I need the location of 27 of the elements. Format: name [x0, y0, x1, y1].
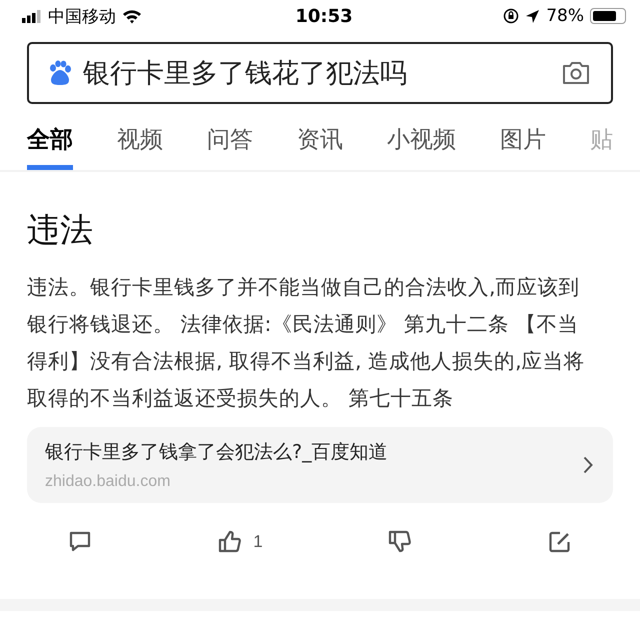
- category-tab[interactable]: 资讯: [297, 118, 343, 170]
- camera-icon[interactable]: [561, 60, 591, 86]
- category-tab[interactable]: 全部: [27, 118, 73, 170]
- search-input[interactable]: 银行卡里多了钱花了犯法吗: [83, 58, 551, 88]
- thumbs-up-icon[interactable]: [217, 529, 244, 555]
- category-tab[interactable]: 视频: [117, 118, 163, 170]
- clock-time: 10:53: [295, 6, 353, 26]
- battery-percentage: 78%: [546, 6, 584, 26]
- location-arrow-icon: [525, 8, 540, 24]
- category-tab[interactable]: 小视频: [387, 118, 456, 170]
- category-tab[interactable]: 问答: [207, 118, 253, 170]
- battery-icon: [590, 8, 626, 24]
- answer-heading: 违法: [27, 209, 94, 251]
- thumbs-down-icon[interactable]: [387, 529, 413, 555]
- source-link-card[interactable]: 银行卡里多了钱拿了会犯法么?_百度知道 zhidao.baidu.com: [27, 427, 613, 503]
- category-tab[interactable]: 图片: [500, 118, 546, 170]
- search-field[interactable]: 银行卡里多了钱花了犯法吗: [27, 42, 613, 104]
- source-url: zhidao.baidu.com: [45, 473, 172, 491]
- signal-icon: [22, 10, 42, 22]
- wifi-icon: [122, 8, 142, 24]
- source-title: 银行卡里多了钱拿了会犯法么?_百度知道: [45, 440, 389, 465]
- rotation-lock-icon: [503, 8, 520, 24]
- chevron-right-icon: [583, 456, 593, 474]
- paw-logo-icon: [47, 60, 73, 86]
- carrier-name: 中国移动: [48, 6, 116, 28]
- answer-text: 违法。银行卡里钱多了并不能当做自己的合法收入,而应该到银行将钱退还。 法律依据:《民法通则》 第九十二条 【不当得利】没有合法根据, 取得不当利益, 造成他人损失的,应当将取得的不当利益返还受损失的人。 第七十五条: [27, 274, 586, 412]
- like-count: 1: [253, 532, 263, 552]
